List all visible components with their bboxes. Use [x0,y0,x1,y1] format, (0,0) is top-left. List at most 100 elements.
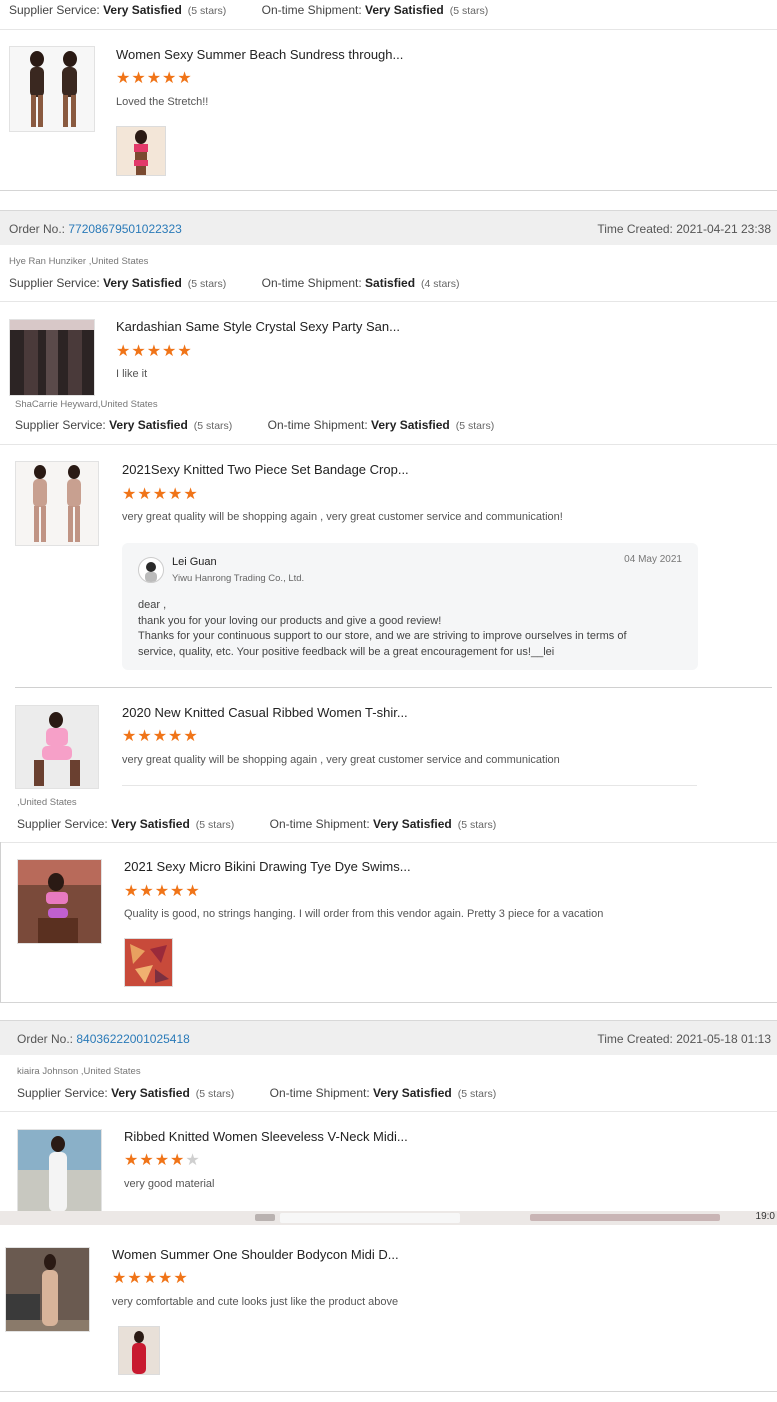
reply-line: service, quality, etc. Your positive fee… [138,645,555,658]
reply-text: dear , thank you for your loving our pro… [138,598,688,660]
shipment-label: On-time Shipment: [269,817,370,831]
divider [0,1002,777,1003]
shipment-value: Very Satisfied [365,3,444,17]
taskbar-search [280,1213,460,1223]
left-border [0,842,1,1002]
review-photo[interactable] [116,126,166,176]
product-thumbnail[interactable] [15,705,99,789]
star-icon: ★ [139,1152,155,1169]
star-icon: ★ [185,1152,201,1169]
review-comment: very great quality will be shopping agai… [122,511,563,523]
product-title[interactable]: 2021Sexy Knitted Two Piece Set Bandage C… [122,462,409,477]
star-icon: ★ [152,486,169,503]
review-comment: very comfortable and cute looks just lik… [112,1296,399,1308]
order-header: Order No.: 77208679501022323 Time Create… [0,210,777,245]
product-image [6,1248,89,1331]
star-icon: ★ [168,486,184,503]
star-icon: ★ [116,70,132,87]
shipment-value: Very Satisfied [373,1086,452,1100]
order-number-label: Order No.: [9,222,66,236]
product-thumbnail[interactable] [17,1129,102,1213]
star-icon: ★ [154,883,171,900]
review-photo-image [125,939,172,986]
shipment-label: On-time Shipment: [267,418,368,432]
star-icon: ★ [177,343,193,360]
star-icon: ★ [124,883,140,900]
order-time: Time Created: 2021-05-18 01:13 [597,1032,771,1046]
review-stars: ★★★★★ [124,884,201,900]
star-icon: ★ [116,343,132,360]
order-number-link[interactable]: 84036222001025418 [76,1032,189,1046]
supplier-service-value: Very Satisfied [103,276,182,290]
star-icon: ★ [146,343,163,360]
order-number-link[interactable]: 77208679501022323 [68,222,181,236]
product-thumbnail[interactable] [15,461,99,546]
order-number-label: Order No.: [17,1032,74,1046]
review-photo-image [119,1327,159,1374]
product-thumbnail[interactable] [9,46,95,132]
time-created-value: 2021-05-18 01:13 [676,1032,771,1046]
star-icon: ★ [158,1270,174,1287]
taskbar-clock: 19:0 [755,1211,775,1222]
product-image [16,706,98,788]
shipment-stars: (4 stars) [421,278,460,290]
product-image [16,462,98,545]
supplier-service-stars: (5 stars) [187,278,227,290]
divider [0,190,777,191]
star-icon: ★ [154,1152,171,1169]
supplier-service-label: Supplier Service: [15,418,106,432]
supplier-service-value: Very Satisfied [109,418,188,432]
taskbar-strip: 19:0 [0,1211,777,1225]
review-stars: ★★★★★ [116,71,193,87]
buyer-name: Hye Ran Hunziker ,United States [9,256,149,267]
product-title[interactable]: 2021 Sexy Micro Bikini Drawing Tye Dye S… [124,859,411,874]
divider [0,842,777,843]
divider [0,301,777,302]
divider [15,687,772,688]
star-icon: ★ [124,1152,140,1169]
star-icon: ★ [131,343,147,360]
product-title[interactable]: Women Summer One Shoulder Bodycon Midi D… [112,1247,399,1262]
shipment-stars: (5 stars) [455,420,495,432]
product-thumbnail[interactable] [17,859,102,944]
supplier-service-label: Supplier Service: [9,3,100,17]
shipment-stars: (5 stars) [457,819,497,831]
product-thumbnail[interactable] [5,1247,90,1332]
taskbar-fragment [530,1214,720,1221]
review-stars: ★★★★★ [116,344,193,360]
star-icon: ★ [139,883,155,900]
product-image [10,320,94,395]
time-created-label: Time Created: [597,1032,673,1046]
review-stars: ★★★★★ [124,1153,201,1169]
star-icon: ★ [183,486,199,503]
review-photo[interactable] [124,938,173,987]
star-icon: ★ [122,728,138,745]
star-icon: ★ [112,1270,128,1287]
review-comment: very good material [124,1178,215,1190]
reply-line: Thanks for your continuous support to ou… [138,630,627,642]
star-icon: ★ [131,70,147,87]
star-icon: ★ [183,728,199,745]
star-icon: ★ [137,486,153,503]
order-number: Order No.: 84036222001025418 [17,1032,190,1046]
supplier-service-stars: (5 stars) [195,1088,235,1100]
rating-summary: Supplier Service: Very Satisfied (5 stars… [9,3,488,17]
product-thumbnail[interactable] [9,319,95,396]
reply-date: 04 May 2021 [624,554,682,565]
product-title[interactable]: 2020 New Knitted Casual Ribbed Women T-s… [122,705,408,720]
product-title[interactable]: Kardashian Same Style Crystal Sexy Party… [116,319,400,334]
shipment-label: On-time Shipment: [261,276,362,290]
reply-line: thank you for your loving our products a… [138,614,442,627]
shipment-value: Satisfied [365,276,416,290]
shipment-label: On-time Shipment: [269,1086,370,1100]
seller-company: Yiwu Hanrong Trading Co., Ltd. [172,573,305,584]
rating-summary: Supplier Service: Very Satisfied (5 stars… [17,817,496,831]
product-title[interactable]: Ribbed Knitted Women Sleeveless V-Neck M… [124,1129,408,1144]
review-comment: very great quality will be shopping agai… [122,754,560,766]
review-comment: Quality is good, no strings hanging. I w… [124,908,604,920]
shipment-stars: (5 stars) [449,5,489,17]
product-title[interactable]: Women Sexy Summer Beach Sundress through… [116,47,403,62]
review-comment: I like it [116,368,148,380]
star-icon: ★ [152,728,169,745]
review-photo[interactable] [118,1326,160,1375]
